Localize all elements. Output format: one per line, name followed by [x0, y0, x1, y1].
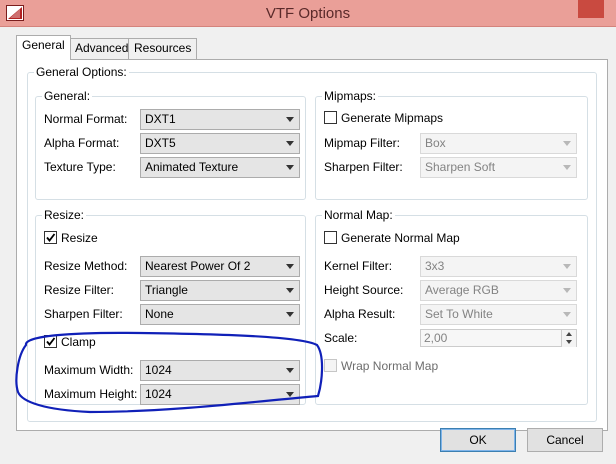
normal-format-label: Normal Format:: [44, 112, 128, 126]
resize-method-select[interactable]: Nearest Power Of 2: [140, 256, 300, 277]
checkmark-icon: [46, 337, 56, 346]
general-group-title: General:: [42, 89, 93, 103]
tab-resources-label: Resources: [134, 41, 192, 55]
chevron-down-icon: [286, 165, 294, 170]
cancel-button[interactable]: Cancel: [527, 428, 603, 452]
tab-general[interactable]: General: [16, 35, 71, 60]
chevron-down-icon: [286, 312, 294, 317]
generate-mipmaps-label: Generate Mipmaps: [341, 111, 444, 125]
general-tab-panel: General Options: General: Normal Format:…: [16, 59, 608, 431]
resize-filter-value: Triangle: [145, 283, 188, 297]
chevron-down-icon: [286, 264, 294, 269]
chevron-down-icon: [563, 264, 571, 269]
chevron-down-icon: [563, 141, 571, 146]
general-options-group: General Options: General: Normal Format:…: [27, 65, 597, 422]
scale-label: Scale:: [324, 331, 358, 345]
height-source-select[interactable]: Average RGB: [420, 280, 577, 301]
title-bar: VTF Options: [0, 0, 616, 27]
general-options-title: General Options:: [34, 65, 129, 79]
tab-resources[interactable]: Resources: [128, 38, 198, 59]
chevron-down-icon: [286, 117, 294, 122]
chevron-down-icon: [286, 141, 294, 146]
alpha-result-value: Set To White: [425, 307, 493, 321]
general-group: General: Normal Format: DXT1 Alpha Forma…: [35, 89, 306, 200]
mipmaps-group: Mipmaps: Generate Mipmaps Mipmap Filter:…: [315, 89, 588, 200]
resize-sharpen-filter-label: Sharpen Filter:: [44, 307, 123, 321]
close-window-button[interactable]: [578, 0, 604, 18]
resize-group-title: Resize:: [42, 208, 87, 222]
ok-button-label: OK: [469, 433, 487, 447]
resize-filter-label: Resize Filter:: [44, 283, 115, 297]
alpha-format-value: DXT5: [145, 136, 176, 150]
texture-type-value: Animated Texture: [145, 160, 239, 174]
kernel-filter-value: 3x3: [425, 259, 445, 273]
kernel-filter-label: Kernel Filter:: [324, 259, 393, 273]
mipmaps-sharpen-filter-value: Sharpen Soft: [425, 160, 496, 174]
resize-sharpen-filter-select[interactable]: None: [140, 304, 300, 325]
tab-advanced-label: Advanced: [75, 41, 129, 55]
kernel-filter-select[interactable]: 3x3: [420, 256, 577, 277]
mipmap-filter-label: Mipmap Filter:: [324, 136, 401, 150]
arrow-down-icon: [566, 340, 572, 344]
resize-filter-select[interactable]: Triangle: [140, 280, 300, 301]
texture-type-label: Texture Type:: [44, 160, 116, 174]
resize-checkbox[interactable]: [44, 231, 57, 244]
chevron-down-icon: [563, 165, 571, 170]
mipmaps-sharpen-filter-select[interactable]: Sharpen Soft: [420, 157, 577, 178]
wrap-normal-map-checkbox[interactable]: [324, 359, 337, 372]
dialog-body: General Advanced Resources General Optio…: [8, 27, 608, 464]
resize-sharpen-filter-value: None: [145, 307, 174, 321]
max-width-select[interactable]: 1024: [140, 360, 300, 381]
clamp-checkbox[interactable]: [44, 335, 57, 348]
resize-method-label: Resize Method:: [44, 259, 128, 273]
generate-normal-map-checkbox[interactable]: [324, 231, 337, 244]
max-height-value: 1024: [145, 387, 172, 401]
chevron-down-icon: [286, 392, 294, 397]
generate-normal-map-label: Generate Normal Map: [341, 231, 460, 245]
window-title: VTF Options: [265, 5, 351, 22]
max-width-label: Maximum Width:: [44, 363, 134, 377]
max-height-label: Maximum Height:: [44, 387, 138, 401]
mipmaps-sharpen-filter-label: Sharpen Filter:: [324, 160, 403, 174]
height-source-label: Height Source:: [324, 283, 404, 297]
chevron-down-icon: [286, 288, 294, 293]
tab-advanced[interactable]: Advanced: [69, 38, 135, 59]
ok-button[interactable]: OK: [440, 428, 516, 452]
wrap-normal-map-label: Wrap Normal Map: [341, 359, 439, 373]
alpha-result-label: Alpha Result:: [324, 307, 396, 321]
resize-method-value: Nearest Power Of 2: [145, 259, 251, 273]
resize-group: Resize: Resize Resize Method: Nearest Po…: [35, 208, 306, 405]
max-width-value: 1024: [145, 363, 172, 377]
normal-format-select[interactable]: DXT1: [140, 109, 300, 130]
scale-spinner[interactable]: 2,00: [420, 329, 577, 347]
cancel-button-label: Cancel: [546, 433, 584, 447]
texture-type-select[interactable]: Animated Texture: [140, 157, 300, 178]
mipmaps-group-title: Mipmaps:: [322, 89, 379, 103]
chevron-down-icon: [563, 312, 571, 317]
clamp-label: Clamp: [61, 335, 96, 349]
scale-value: 2,00: [424, 331, 448, 345]
generate-mipmaps-checkbox[interactable]: [324, 111, 337, 124]
normal-map-group: Normal Map: Generate Normal Map Kernel F…: [315, 208, 588, 405]
resize-label: Resize: [61, 231, 98, 245]
alpha-format-select[interactable]: DXT5: [140, 133, 300, 154]
mipmap-filter-value: Box: [425, 136, 446, 150]
alpha-result-select[interactable]: Set To White: [420, 304, 577, 325]
arrow-up-icon: [566, 332, 572, 336]
chevron-down-icon: [563, 288, 571, 293]
mipmap-filter-select[interactable]: Box: [420, 133, 577, 154]
chevron-down-icon: [286, 368, 294, 373]
normal-map-group-title: Normal Map:: [322, 208, 395, 222]
scale-down-button[interactable]: [561, 338, 576, 347]
height-source-value: Average RGB: [425, 283, 499, 297]
tab-general-label: General: [22, 38, 65, 52]
alpha-format-label: Alpha Format:: [44, 136, 120, 150]
checkmark-icon: [46, 233, 56, 242]
max-height-select[interactable]: 1024: [140, 384, 300, 405]
normal-format-value: DXT1: [145, 112, 176, 126]
